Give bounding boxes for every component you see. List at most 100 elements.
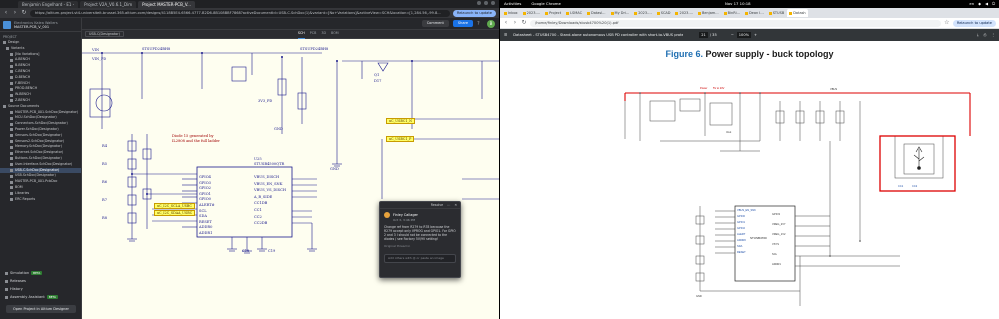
avatar[interactable]: B [487,19,495,28]
browser-tab[interactable]: Project V2A_V0.6.1_Dim [80,0,137,8]
document-icon [10,151,13,155]
volume-icon[interactable]: ◀ [985,0,988,8]
tab-label: Datash [793,11,806,15]
sidebar-item-assembly[interactable]: Assembly Assistant BETA [0,293,82,301]
activities-button[interactable]: Activities [504,0,521,8]
download-icon[interactable]: ⤓ [977,29,979,41]
page-input[interactable]: 21 [699,32,708,38]
star-icon[interactable]: ☆ [944,20,950,26]
pin-label: GPIO3 [772,213,780,216]
document-select[interactable]: USB-C(Designator) [85,31,124,37]
tab-3d[interactable]: 3D [321,29,326,39]
comment-reply-input[interactable]: Add others with @ or paste an image [384,254,456,263]
pin-label: ADDR1 [199,231,213,235]
project-logo [3,20,11,29]
pin-label: VBUS_EN_SNK [254,181,283,186]
favicon-icon [675,11,679,15]
power-icon[interactable]: ⏻ [992,0,995,8]
net-flag[interactable]: uC_USBC1_N [386,118,415,124]
pin-label: VBUS_VS_DISCH [254,188,287,193]
clock[interactable]: Nov 17 10:18 [725,0,751,8]
browser-tab[interactable]: Benjamin Engelhard - E1 - [18,0,79,8]
relaunch-button[interactable]: Relaunch to update [952,19,996,27]
more-icon[interactable]: ⋯ [447,203,450,207]
document-icon [10,180,13,184]
part-label: STSUPD24BH8 [300,47,329,51]
tab-bom[interactable]: BOM [331,29,339,39]
sidebar-item-simulation[interactable]: Simulation BETA [0,269,82,277]
pdf-page[interactable]: Figure 6. Power supply - buck topology P… [500,41,999,319]
network-icon[interactable]: ◆ [978,0,981,8]
gnome-top-bar: Activities Google Chrome Nov 17 10:18 en… [500,0,999,8]
browser-tab[interactable]: SCAD [655,9,673,17]
sidebar-item-releases[interactable]: Releases [0,277,82,285]
back-icon[interactable]: ‹ [3,10,9,16]
net-flag[interactable]: uC_I2C_SDAA_USBC [154,210,196,216]
help-icon[interactable]: ? [477,21,483,27]
browser-tab-active[interactable]: Project MASTER-PCB_V... [138,0,195,8]
document-icon [10,52,13,56]
resolve-button[interactable]: Resolve [431,203,443,207]
close-icon[interactable]: ✕ [454,203,457,207]
project-header[interactable]: Electronics Kalea Wallers MASTER-PCB_V_0… [0,18,81,32]
browser-tab[interactable]: My Dri... [609,9,632,17]
sidebar-item-history[interactable]: History [0,285,82,293]
relaunch-button[interactable]: Relaunch to update [452,9,496,17]
browser-tab[interactable]: 2023-... [673,9,695,17]
document-icon [10,168,13,172]
browser-tab[interactable]: 2023-... [521,9,543,17]
reload-icon[interactable]: ↻ [521,20,527,26]
zoom-input[interactable]: 100% [736,32,752,38]
document-icon [10,70,13,74]
comment-button[interactable]: Comment [421,20,449,27]
share-button[interactable]: Share [452,20,473,27]
more-icon[interactable]: ⋮ [991,29,995,41]
figure-caption: Power supply - buck topology [705,49,834,59]
browser-tab[interactable]: Inbox [502,9,520,17]
page-indicator: 21 / 35 [699,29,717,41]
browser-tab[interactable]: Dean I... [743,9,766,17]
browser-tab-active[interactable]: Datash [787,9,808,17]
url-field[interactable]: /home/finley/Downloads/stusb4700%20(1).p… [530,19,941,27]
browser-tab[interactable]: 2023-... [632,9,654,17]
url-field[interactable]: https://altium-project-vt4-universiteit-… [30,9,450,17]
tab-pcb[interactable]: PCB [310,29,317,39]
tab-label: LSMAC [570,11,583,15]
schematic-canvas[interactable]: VIN VIN_PD STSUPD24BH8 STSUPD24BH8 Q1 D1… [82,39,499,319]
net-label-cc2: CC2 [912,185,918,188]
pin-label: CC2DB [254,221,268,226]
browser-tab[interactable]: Project [543,9,563,17]
close-icon[interactable] [491,1,495,5]
forward-icon[interactable]: › [12,10,18,16]
menu-icon[interactable]: ☰ [504,29,507,41]
back-icon[interactable]: ‹ [503,20,509,26]
browser-tab[interactable]: LSMAC [564,9,584,17]
zoom-out-icon[interactable]: − [731,29,734,41]
tab-label: Benjam... [702,11,719,15]
tab-sch[interactable]: SCH [297,29,305,39]
browser-tab[interactable]: STUSB [767,9,787,17]
maximize-icon[interactable] [484,1,488,5]
pin-label: GPIO3 [199,180,211,185]
favicon-icon [698,11,701,15]
zoom-in-icon[interactable]: + [754,29,757,41]
net-label-3v3: 3V3_PD [258,99,273,103]
net-flag[interactable]: uC_I2C_SCLA_USBC [154,203,195,209]
net-flag[interactable]: uC_USBC1_P [386,136,415,142]
releases-icon [5,279,8,283]
sidebar-item[interactable]: ERC Reports [0,197,81,203]
reload-icon[interactable]: ↻ [21,10,27,16]
browser-tab[interactable]: Benjam... [696,9,721,17]
sidebar-item-label: History [10,287,23,291]
zoom-control: − 100% + [731,29,757,41]
browser-tab[interactable]: Datasl... [585,9,608,17]
minimize-icon[interactable] [477,1,481,5]
browser-tab[interactable]: BinRi... [722,9,742,17]
app-menu[interactable]: Google Chrome [531,0,561,8]
pin-label: CC1DB [254,201,268,206]
print-icon[interactable]: ⎙ [984,29,987,41]
open-in-designer-button[interactable]: Open Project in Altium Designer [6,305,76,313]
forward-icon[interactable]: › [512,20,518,26]
language-indicator[interactable]: en [969,0,974,8]
pin-label: ADDR1 [772,263,781,266]
